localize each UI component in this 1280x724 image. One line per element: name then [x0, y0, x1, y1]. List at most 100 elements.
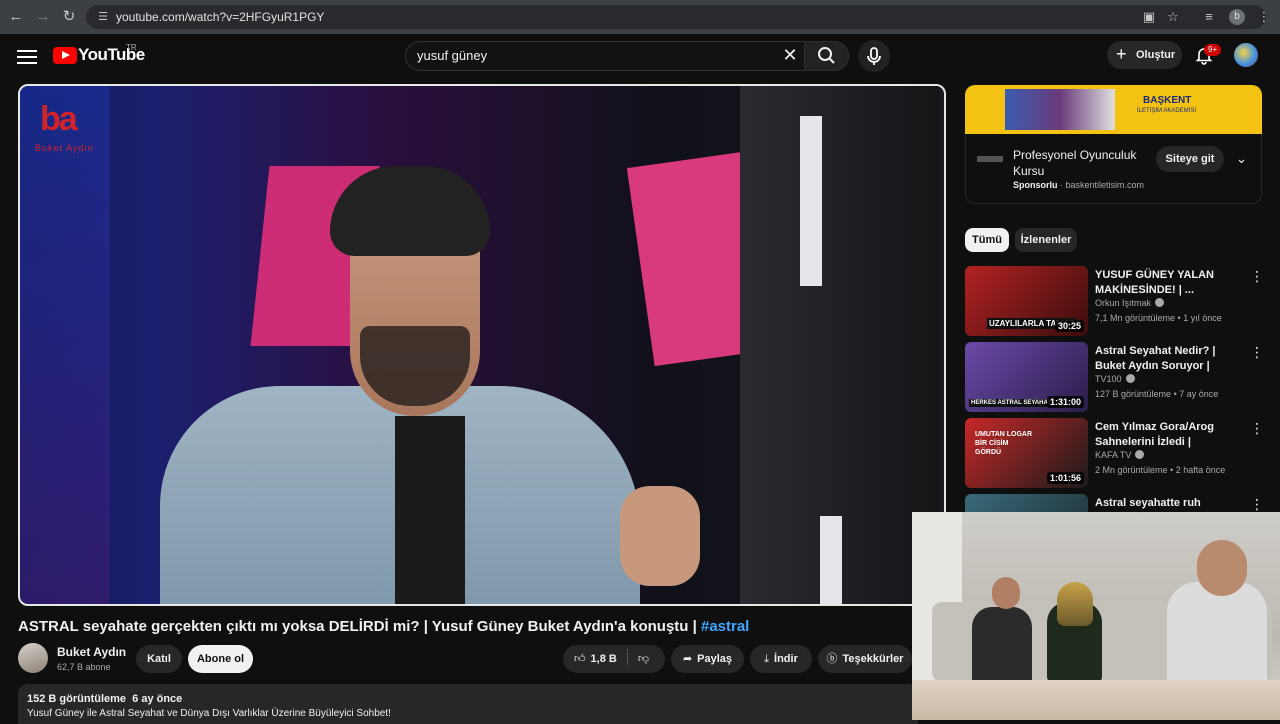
studio-light-strip — [820, 516, 842, 604]
share-label: Paylaş — [697, 653, 733, 665]
verified-icon — [1135, 450, 1145, 459]
ad-banner-brand: BAŞKENT — [1143, 95, 1192, 106]
like-dislike-group[interactable]: 👍︎ 1,8 B 👎︎ — [563, 645, 665, 673]
video-thumbnail[interactable]: UZAYLILARLA TANIŞT 30:25 — [965, 266, 1088, 336]
related-meta: 2 Mn görüntüleme • 2 hafta önce — [1095, 465, 1226, 475]
download-button[interactable]: ⤓ İndir — [750, 645, 812, 673]
view-count: 152 B görüntüleme — [27, 693, 127, 705]
related-channel[interactable]: KAFA TV — [1095, 450, 1145, 460]
site-info-icon[interactable]: ☰ — [95, 9, 111, 25]
download-icon: ⤓ — [764, 653, 770, 665]
related-video[interactable]: HERKES ASTRAL SEYAHATE ÇI 1:31:00 Astral… — [965, 342, 1265, 412]
channel-avatar[interactable] — [18, 643, 48, 673]
search-query-text[interactable]: yusuf güney — [417, 48, 487, 63]
thumbs-down-icon[interactable]: 👎︎ — [638, 645, 649, 673]
pharaoh-mask — [1057, 582, 1093, 626]
upload-age: 6 ay önce — [132, 693, 183, 705]
search-icon — [818, 47, 835, 64]
chip-all[interactable]: Tümü — [965, 228, 1009, 252]
youtube-logo-icon[interactable] — [53, 47, 77, 64]
speaker-shirt — [395, 416, 465, 604]
visit-site-button[interactable]: Siteye git — [1156, 146, 1224, 172]
reload-icon[interactable]: ↻ — [59, 7, 79, 27]
channel-name[interactable]: Buket Aydın — [57, 645, 126, 659]
account-avatar[interactable] — [1234, 43, 1258, 67]
speaker-hand — [620, 486, 700, 586]
related-meta: 7,1 Mn görüntüleme • 1 yıl önce — [1095, 313, 1222, 323]
thanks-button[interactable]: ⓑ Teşekkürler — [818, 645, 912, 673]
related-video-title[interactable]: Astral Seyahat Nedir? | Buket Aydın Soru… — [1095, 344, 1240, 374]
cast-icon[interactable]: ▣ — [1141, 9, 1157, 25]
voice-search-button[interactable] — [858, 40, 890, 72]
subscribe-button[interactable]: Abone ol — [188, 645, 253, 673]
back-icon[interactable]: ← — [6, 7, 26, 27]
forward-icon[interactable]: → — [33, 7, 53, 27]
advertiser-logo — [977, 156, 1003, 162]
person-right-head — [1197, 540, 1247, 596]
more-options-icon[interactable]: ⋮ — [1250, 344, 1264, 361]
share-button[interactable]: ➦ Paylaş — [671, 645, 744, 673]
description-text: Yusuf Güney ile Astral Seyahat ve Dünya … — [27, 708, 391, 719]
table — [912, 680, 1280, 720]
video-thumbnail[interactable]: HERKES ASTRAL SEYAHATE ÇI 1:31:00 — [965, 342, 1088, 412]
like-count: 1,8 B — [590, 653, 617, 665]
search-button[interactable] — [804, 41, 849, 71]
video-title-text: ASTRAL seyahate gerçekten çıktı mı yoksa… — [18, 618, 701, 635]
thumbnail-caption: UMUTAN LOGAR BİR CİSİM GÖRDÜ — [975, 431, 1033, 456]
related-channel[interactable]: TV100 — [1095, 374, 1135, 384]
clear-search-icon[interactable]: ✕ — [780, 45, 800, 65]
browser-profile-avatar[interactable]: b — [1229, 9, 1245, 25]
related-video-title[interactable]: YUSUF GÜNEY YALAN MAKİNESİNDE! | ... — [1095, 268, 1240, 298]
video-title: ASTRAL seyahate gerçekten çıktı mı yoksa… — [18, 618, 749, 635]
join-button[interactable]: Katıl — [136, 645, 182, 673]
hamburger-menu-icon[interactable] — [17, 46, 37, 66]
super-thanks-icon: ⓑ — [826, 653, 838, 665]
hashtag-link[interactable]: #astral — [701, 618, 749, 635]
more-options-icon[interactable]: ⋮ — [1250, 496, 1264, 512]
video-stats: 152 B görüntüleme 6 ay önce — [27, 693, 182, 705]
thumbs-up-icon[interactable]: 👍︎ — [574, 645, 586, 673]
video-duration: 1:01:56 — [1046, 472, 1084, 484]
person-left-head — [992, 577, 1020, 609]
related-meta: 127 B görüntüleme • 7 ay önce — [1095, 389, 1219, 399]
chip-watched[interactable]: İzlenenler — [1015, 228, 1077, 252]
verified-icon — [1155, 298, 1165, 307]
related-video[interactable]: Astral seyahatte ruh bedenden ⋮ — [965, 494, 1265, 512]
ad-title[interactable]: Profesyonel Oyunculuk Kursu — [1013, 147, 1148, 179]
sponsored-label: Sponsorlu — [1013, 180, 1058, 190]
channel-watermark-name: Buket Aydın — [35, 143, 94, 153]
download-label: İndir — [774, 653, 798, 665]
related-video-title[interactable]: Cem Yılmaz Gora/Arog Sahnelerini İzledi … — [1095, 420, 1240, 450]
related-channel[interactable]: Orkun Işıtmak — [1095, 298, 1165, 308]
studio-light-strip — [800, 116, 822, 286]
video-thumbnail[interactable] — [965, 494, 1088, 512]
ad-sponsor-line: Sponsorlu · baskentiletisim.com — [1013, 180, 1145, 190]
video-thumbnail[interactable]: UMUTAN LOGAR BİR CİSİM GÖRDÜ 1:01:56 — [965, 418, 1088, 488]
bookmark-star-icon[interactable]: ☆ — [1165, 9, 1181, 25]
channel-watermark-logo: ba — [40, 100, 78, 138]
microphone-icon — [867, 47, 881, 65]
subscriber-count: 62,7 B abone — [57, 662, 111, 672]
ad-domain: baskentiletisim.com — [1065, 180, 1145, 190]
region-code: TR — [126, 43, 137, 52]
studio-light-panel — [20, 86, 110, 604]
share-icon: ➦ — [682, 653, 693, 665]
more-options-icon[interactable]: ⋮ — [1250, 268, 1264, 285]
notification-badge: 9+ — [1204, 44, 1222, 56]
verified-icon — [1125, 374, 1135, 383]
browser-menu-icon[interactable]: ⋮ — [1256, 9, 1272, 25]
video-player[interactable] — [18, 84, 946, 606]
video-duration: 1:31:00 — [1046, 396, 1084, 408]
more-options-icon[interactable]: ⋮ — [1250, 420, 1264, 437]
person-right — [1167, 582, 1267, 692]
related-video[interactable]: UMUTAN LOGAR BİR CİSİM GÖRDÜ 1:01:56 Cem… — [965, 418, 1265, 488]
ad-banner-image — [1005, 89, 1115, 130]
ad-banner[interactable]: BAŞKENT İLETİŞİM AKADEMİSİ — [965, 85, 1262, 134]
related-video[interactable]: UZAYLILARLA TANIŞT 30:25 YUSUF GÜNEY YAL… — [965, 266, 1265, 336]
media-control-icon[interactable]: ≡ — [1201, 9, 1217, 25]
chevron-down-icon[interactable]: ⌄ — [1236, 151, 1247, 167]
thanks-label: Teşekkürler — [842, 653, 904, 665]
related-video-title[interactable]: Astral seyahatte ruh bedenden — [1095, 496, 1240, 512]
speaker-hair — [330, 166, 490, 256]
url-text[interactable]: youtube.com/watch?v=2HFGyuR1PGY — [116, 10, 324, 24]
